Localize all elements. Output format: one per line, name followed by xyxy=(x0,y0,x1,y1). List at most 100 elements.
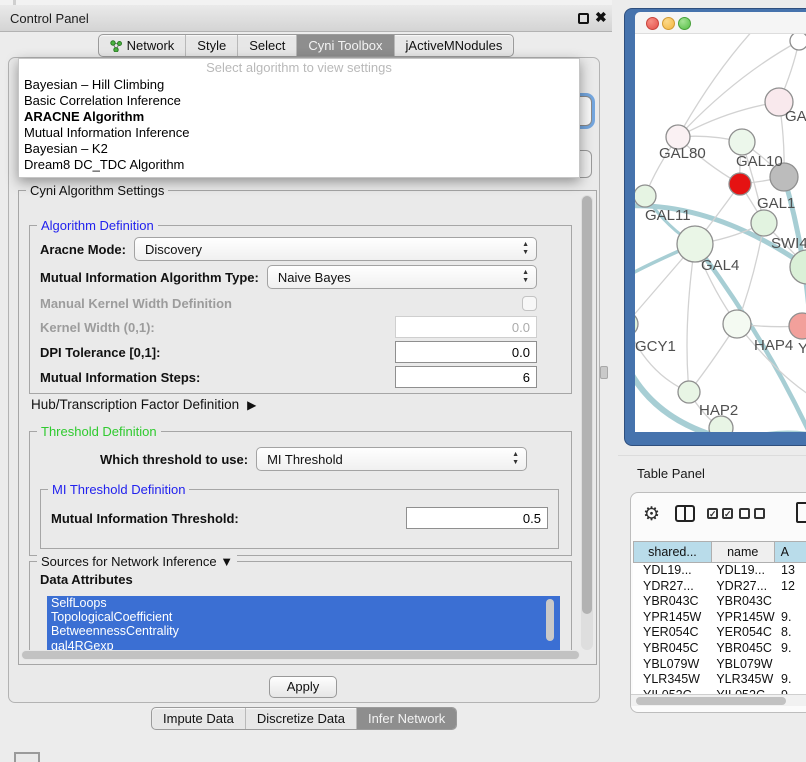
apply-button[interactable]: Apply xyxy=(269,676,337,698)
network-node-hap2[interactable] xyxy=(678,381,700,403)
which-threshold-value: MI Threshold xyxy=(267,452,343,467)
table-cell: YBR045C xyxy=(712,641,775,657)
export-table-icon[interactable] xyxy=(796,502,806,523)
columns-icon[interactable] xyxy=(675,505,695,522)
attribute-item-betweennesscentrality[interactable]: BetweennessCentrality xyxy=(47,624,560,638)
column-header-name[interactable]: name xyxy=(712,541,775,563)
table-row[interactable]: YER054CYER054C8. xyxy=(633,625,806,641)
checked-box-icon: ✓ xyxy=(722,508,733,519)
algorithm-placeholder: Select algorithm to view settings xyxy=(19,59,579,77)
network-edge[interactable] xyxy=(678,102,779,137)
network-edge[interactable] xyxy=(687,244,695,392)
algorithm-option-list: Bayesian – Hill ClimbingBasic Correlatio… xyxy=(19,77,579,173)
tab-select[interactable]: Select xyxy=(237,35,296,56)
close-icon[interactable]: ✖ xyxy=(595,9,607,26)
deselect-all-columns-icon[interactable] xyxy=(739,508,765,519)
algorithm-option-dream8-dc-tdc-algorithm[interactable]: Dream8 DC_TDC Algorithm xyxy=(19,157,579,173)
tab-network[interactable]: Network xyxy=(99,35,186,56)
algorithm-option-aracne-algorithm[interactable]: ARACNE Algorithm xyxy=(19,109,579,125)
collapsed-panel-icon[interactable] xyxy=(14,752,40,762)
tab-label: Select xyxy=(249,38,285,53)
which-threshold-combobox[interactable]: MI Threshold ▲▼ xyxy=(256,447,527,471)
minimize-traffic-light-icon[interactable] xyxy=(662,17,675,30)
collapse-arrow-icon[interactable]: ▼ xyxy=(220,554,233,569)
mi-steps-field[interactable] xyxy=(395,366,537,388)
network-node[interactable] xyxy=(751,210,777,236)
column-header-a[interactable]: A xyxy=(775,541,806,563)
network-node-hap4[interactable] xyxy=(723,310,751,338)
zoom-traffic-light-icon[interactable] xyxy=(678,17,691,30)
attributes-scrollbar-thumb[interactable] xyxy=(546,599,554,641)
tab-jactivemnodules[interactable]: jActiveMNodules xyxy=(394,35,514,56)
mi-threshold-row: Mutual Information Threshold: xyxy=(51,506,548,530)
checked-box-icon: ✓ xyxy=(707,508,718,519)
table-horizontal-scrollbar[interactable] xyxy=(631,694,806,706)
top-tab-strip: Network Style Select Cyni Toolbox jActiveMNo… xyxy=(0,34,612,57)
kernel-width-field[interactable] xyxy=(395,316,537,338)
attribute-item-topologicalcoefficient[interactable]: TopologicalCoefficient xyxy=(47,610,560,624)
table-cell: YER054C xyxy=(633,625,712,641)
network-edge[interactable] xyxy=(635,324,689,392)
tab-infer-network[interactable]: Infer Network xyxy=(356,708,456,729)
table-horizontal-scrollbar-thumb[interactable] xyxy=(636,697,786,705)
network-canvas[interactable]: GAL7GAL80GAL10GAL1GAL11SWI4GAL4GCY1HAP4Y… xyxy=(635,34,806,432)
settings-horizontal-scrollbar-thumb[interactable] xyxy=(22,651,579,659)
node-label-gal11: GAL11 xyxy=(645,207,691,224)
network-node-y[interactable] xyxy=(789,313,806,339)
gear-icon[interactable]: ⚙ xyxy=(643,503,660,526)
tab-discretize-data[interactable]: Discretize Data xyxy=(245,708,356,729)
aracne-mode-combobox[interactable]: Discovery ▲▼ xyxy=(134,237,537,261)
hub-definition-expander[interactable]: Hub/Transcription Factor Definition ▶ xyxy=(31,397,256,412)
table-row[interactable]: YBR045CYBR045C9. xyxy=(633,641,806,657)
network-node-gcy1[interactable] xyxy=(635,312,638,336)
table-row[interactable]: YBR043CYBR043C xyxy=(633,594,806,610)
panel-splitter-grip[interactable] xyxy=(600,366,608,379)
node-label-gal1: GAL1 xyxy=(757,195,795,212)
network-node[interactable] xyxy=(790,34,806,50)
table-row[interactable]: YLR345WYLR345W9. xyxy=(633,672,806,688)
select-all-columns-icon[interactable]: ✓ ✓ xyxy=(707,508,733,519)
node-label-gal10: GAL10 xyxy=(736,153,783,170)
algorithm-option-bayesian-k2[interactable]: Bayesian – K2 xyxy=(19,141,579,157)
table-row[interactable]: YBL079WYBL079W xyxy=(633,657,806,673)
tab-cyni-toolbox[interactable]: Cyni Toolbox xyxy=(296,35,393,56)
tab-style[interactable]: Style xyxy=(185,35,237,56)
network-tab-icon xyxy=(110,40,122,52)
settings-vertical-scrollbar[interactable] xyxy=(581,195,593,650)
settings-horizontal-scrollbar[interactable] xyxy=(21,650,580,660)
network-window-titlebar[interactable] xyxy=(635,12,806,34)
node-label-hap4: HAP4 xyxy=(754,337,793,354)
dpi-tolerance-field[interactable] xyxy=(395,341,537,363)
mi-threshold-field[interactable] xyxy=(406,507,548,529)
network-edge[interactable] xyxy=(678,34,755,137)
table-row[interactable]: YDL19...YDL19...13 xyxy=(633,563,806,579)
settings-vertical-scrollbar-thumb[interactable] xyxy=(582,196,592,614)
table-row[interactable]: YPR145WYPR145W9. xyxy=(633,610,806,626)
tab-label: Style xyxy=(197,38,226,53)
attribute-item-selfloops[interactable]: SelfLoops xyxy=(47,596,560,610)
which-threshold-label: Which threshold to use: xyxy=(100,452,248,467)
float-window-icon[interactable] xyxy=(578,13,589,24)
algorithm-option-mutual-information-inference[interactable]: Mutual Information Inference xyxy=(19,125,579,141)
column-header-shared[interactable]: shared... xyxy=(633,541,712,563)
table-row[interactable]: YDR27...YDR27...12 xyxy=(633,579,806,595)
close-traffic-light-icon[interactable] xyxy=(646,17,659,30)
mi-type-combobox[interactable]: Naive Bayes ▲▼ xyxy=(267,265,537,289)
table-cell: YBL079W xyxy=(712,657,775,673)
network-node-gal10[interactable] xyxy=(729,129,755,155)
algorithm-option-bayesian-hill-climbing[interactable]: Bayesian – Hill Climbing xyxy=(19,77,579,93)
bottom-tab-strip: Impute DataDiscretize DataInfer Network xyxy=(151,707,457,730)
kernel-width-row: Kernel Width (0,1): xyxy=(40,315,537,339)
data-attributes-list: SelfLoopsTopologicalCoefficientBetweenne… xyxy=(47,596,560,653)
network-window[interactable]: GAL7GAL80GAL10GAL1GAL11SWI4GAL4GCY1HAP4Y… xyxy=(624,8,806,446)
manual-kernel-checkbox[interactable] xyxy=(522,296,537,311)
node-label-hap2: HAP2 xyxy=(699,402,738,419)
tab-label: Cyni Toolbox xyxy=(308,38,382,53)
algorithm-option-basic-correlation-inference[interactable]: Basic Correlation Inference xyxy=(19,93,579,109)
screen: Control Panel ✖ NetworkStyleSelectCyni T… xyxy=(0,0,806,762)
table-panel-card: ⚙ ✓ ✓ shared...nameA YDL19...YDL19...13Y… xyxy=(630,492,806,713)
node-label-y: Y xyxy=(798,340,806,357)
network-node-gal11[interactable] xyxy=(635,185,656,207)
tab-impute-data[interactable]: Impute Data xyxy=(152,708,245,729)
network-node-gal1[interactable] xyxy=(729,173,751,195)
